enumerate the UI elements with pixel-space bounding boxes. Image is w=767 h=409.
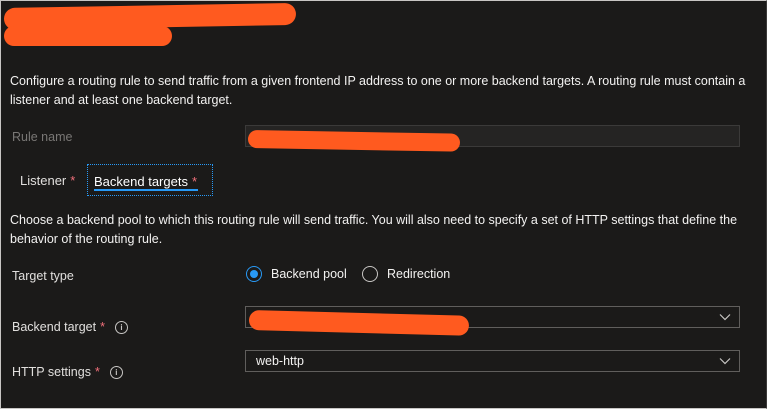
http-settings-label-text: HTTP settings	[12, 365, 91, 379]
radio-backend-pool-label: Backend pool	[271, 267, 347, 281]
required-marker: *	[94, 365, 100, 379]
required-marker: *	[100, 320, 105, 334]
required-marker: *	[191, 174, 198, 189]
chevron-down-icon	[719, 314, 731, 321]
required-marker: *	[70, 173, 76, 188]
info-icon[interactable]: i	[109, 366, 123, 379]
redaction-mark	[247, 130, 461, 152]
http-settings-value: web-http	[256, 354, 304, 368]
radio-backend-pool[interactable]: Backend pool	[246, 264, 347, 284]
active-tab-underline	[94, 189, 198, 191]
radio-unchecked-icon	[362, 266, 378, 282]
info-icon[interactable]: i	[114, 321, 128, 334]
routing-rule-description: Configure a routing rule to send traffic…	[10, 74, 746, 107]
backend-target-label: Backend target * i	[12, 320, 128, 334]
tab-listener[interactable]: Listener *	[10, 164, 75, 196]
panel-frame	[0, 0, 767, 409]
http-settings-label: HTTP settings * i	[12, 365, 123, 379]
radio-redirection-label: Redirection	[387, 267, 451, 281]
tab-listener-label: Listener	[20, 173, 67, 188]
radio-redirection[interactable]: Redirection	[362, 264, 450, 284]
redaction-mark	[4, 26, 172, 46]
tab-backend-targets[interactable]: Backend targets *	[87, 164, 213, 196]
tab-backend-targets-label: Backend targets	[94, 174, 188, 189]
rule-name-label: Rule name	[12, 130, 73, 144]
http-settings-dropdown[interactable]: web-http	[245, 350, 740, 372]
chevron-down-icon	[719, 358, 731, 365]
target-type-label: Target type	[12, 269, 74, 283]
backend-description: Choose a backend pool to which this rout…	[10, 213, 738, 246]
radio-checked-icon	[246, 266, 262, 282]
backend-target-label-text: Backend target	[12, 320, 97, 334]
